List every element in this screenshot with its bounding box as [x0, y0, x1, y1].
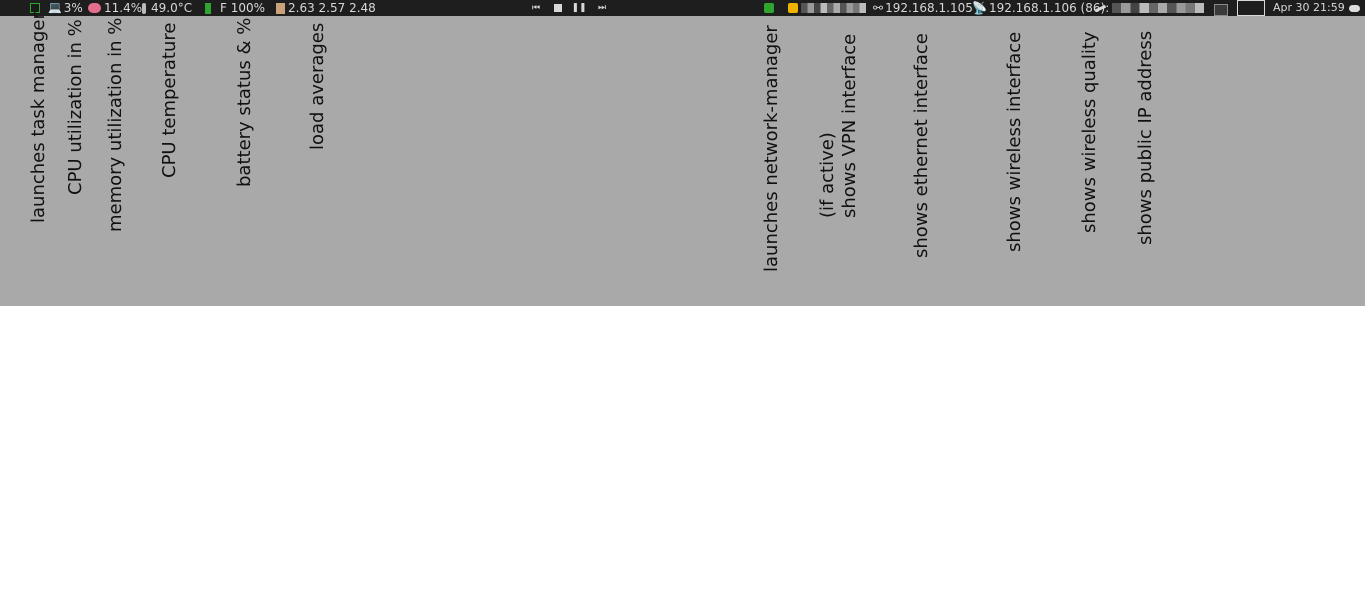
load-widget: 2.63 2.57 2.48 — [276, 0, 376, 16]
annotation-text: (if active) shows VPN interface — [817, 33, 860, 218]
public-ip-redacted — [1112, 3, 1204, 13]
annotation-temperature: CPU temperature — [159, 23, 180, 179]
annotation-text: launches task manager — [28, 12, 49, 223]
tray-app-icon — [1349, 4, 1360, 12]
annotation-network-manager: launches network-manager — [761, 25, 782, 273]
annotation-text: CPU utilization in % — [65, 19, 86, 195]
vpn-widget — [788, 0, 866, 16]
stop-button[interactable] — [552, 2, 564, 14]
annotation-text: CPU temperature — [159, 22, 180, 178]
annotation-cpu: CPU utilization in % — [65, 19, 86, 196]
annotation-text: load averages — [307, 22, 328, 150]
top-panel: 💻 3% 11.4% 49.0°C F 100% 2.63 2.57 2.48 … — [0, 0, 1365, 16]
scroll-icon — [276, 2, 285, 14]
memory-widget: 11.4% — [88, 0, 142, 16]
signal-icon — [1094, 4, 1107, 12]
link-icon: ⚯ — [873, 1, 884, 15]
cpu-value: 3% — [63, 1, 83, 15]
annotation-vpn: (if active) shows VPN interface — [817, 34, 860, 219]
vpn-interface-redacted — [801, 3, 866, 13]
battery-icon — [205, 2, 211, 14]
annotation-text: shows wireless quality — [1079, 31, 1100, 233]
annotation-text: shows ethernet interface — [911, 33, 932, 258]
annotation-quality: shows wireless quality — [1079, 31, 1100, 234]
tray-indicator[interactable] — [1214, 4, 1228, 16]
temperature-value: 49.0°C — [151, 1, 193, 15]
battery-widget: F 100% — [205, 0, 265, 16]
temperature-widget: 49.0°C — [142, 0, 192, 16]
stop-icon — [554, 4, 562, 12]
ethernet-value: 192.168.1.105 — [885, 1, 973, 15]
clock-value: Apr 30 21:59 — [1273, 1, 1345, 14]
network-manager-launcher[interactable] — [764, 0, 774, 16]
wireless-widget: 📡 192.168.1.106 (86): — [972, 0, 1109, 16]
pause-button[interactable]: ❚❚ — [571, 2, 587, 14]
clock[interactable]: Apr 30 21:59 — [1273, 0, 1345, 16]
cpu-widget: 💻 3% — [48, 0, 83, 16]
annotation-text: battery status & % — [234, 17, 255, 187]
satellite-icon: 📡 — [972, 1, 987, 15]
laptop-icon: 💻 — [48, 1, 62, 14]
lock-icon — [788, 3, 798, 13]
previous-track-button[interactable]: ⏮ — [530, 2, 542, 14]
tray-app[interactable] — [1349, 0, 1360, 16]
network-icon — [764, 3, 774, 13]
wireless-value: 192.168.1.106 (86): — [988, 1, 1110, 15]
annotation-area: launches task manager CPU utilization in… — [0, 12, 1365, 306]
next-icon: ⏭ — [597, 3, 607, 13]
wireless-quality-widget — [1094, 0, 1204, 16]
thermometer-icon — [142, 2, 146, 14]
load-value: 2.63 2.57 2.48 — [288, 1, 376, 15]
ethernet-widget: ⚯ 192.168.1.105 — [873, 0, 973, 16]
annotation-text: launches network-manager — [761, 25, 782, 272]
annotation-wireless: shows wireless interface — [1004, 32, 1025, 253]
memory-value: 11.4% — [104, 1, 143, 15]
battery-value: F 100% — [220, 1, 266, 15]
workspace-box[interactable] — [1237, 0, 1265, 16]
annotation-text: shows wireless interface — [1004, 31, 1025, 252]
annotation-public-ip: shows public IP address — [1135, 31, 1156, 246]
next-track-button[interactable]: ⏭ — [596, 2, 608, 14]
annotation-battery: battery status & % — [234, 18, 255, 188]
pause-icon: ❚❚ — [571, 3, 587, 13]
previous-icon: ⏮ — [531, 3, 541, 13]
annotation-text: memory utilization in % — [105, 17, 126, 232]
brain-icon — [88, 3, 101, 13]
annotation-text: shows public IP address — [1135, 30, 1156, 245]
annotation-memory: memory utilization in % — [105, 18, 126, 233]
annotation-ethernet: shows ethernet interface — [911, 33, 932, 259]
annotation-task-manager: launches task manager — [28, 12, 49, 224]
annotation-load: load averages — [307, 23, 328, 151]
